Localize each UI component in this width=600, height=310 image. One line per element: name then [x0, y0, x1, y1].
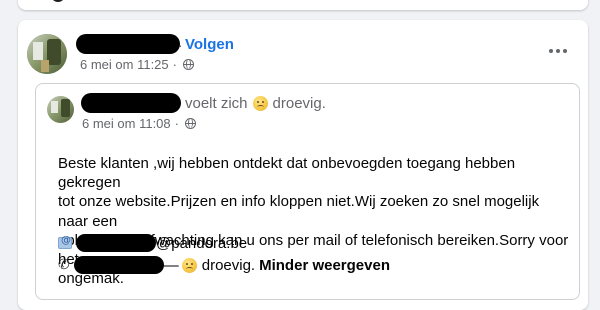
feeling-status: voelt zich droevig.	[185, 95, 326, 112]
follow-link[interactable]: Volgen	[185, 36, 234, 53]
previous-post-card	[18, 0, 588, 10]
shared-author-avatar[interactable]	[47, 96, 74, 123]
shared-post-timestamp[interactable]: 6 mei om 11:08	[82, 116, 171, 131]
see-less-button[interactable]: Minder weergeven	[259, 257, 390, 274]
follow-separator: ·	[178, 37, 183, 53]
post-card: · Volgen 6 mei om 11:25 · voelt zich dro…	[18, 20, 588, 310]
redacted-author-name	[76, 34, 180, 54]
sad-face-icon	[252, 96, 268, 111]
post-body-line: tot onze website.Prijzen en info kloppen…	[58, 193, 540, 230]
redacted-email-user	[76, 234, 156, 252]
shared-post: voelt zich droevig. 6 mei om 11:08 · Bes…	[35, 83, 580, 300]
post-body-line: Beste klanten ,wij hebben ontdekt dat on…	[58, 155, 516, 192]
phone-line: ✆ — droevig. Minder weergeven	[58, 256, 390, 274]
email-domain: @pandora.be	[156, 234, 248, 252]
phone-icon: ✆	[58, 257, 70, 273]
email-icon	[58, 235, 72, 249]
redacted-phone-number	[73, 256, 164, 274]
email-line: @pandora.be	[58, 234, 247, 252]
meta-separator: ·	[174, 116, 179, 131]
globe-icon	[182, 59, 194, 70]
shared-post-meta: 6 mei om 11:08 ·	[82, 116, 196, 131]
meta-separator: ·	[172, 57, 177, 72]
feeling-text: voelt zich	[185, 95, 248, 112]
more-options-icon	[549, 49, 553, 53]
redacted-shared-author-name	[81, 93, 181, 113]
post-timestamp[interactable]: 6 mei om 11:25	[80, 57, 169, 72]
feeling-word: droevig.	[272, 95, 326, 112]
more-options-dot	[556, 49, 560, 53]
sad-face-icon	[181, 257, 197, 273]
author-avatar[interactable]	[27, 34, 67, 74]
previous-post-avatar	[51, 0, 65, 2]
phone-trail: —	[163, 256, 179, 274]
post-meta: 6 mei om 11:25 ·	[80, 57, 194, 72]
more-options-button[interactable]	[544, 37, 572, 65]
globe-icon	[184, 118, 196, 129]
more-options-dot	[563, 49, 567, 53]
phone-feeling-word: droevig.	[201, 256, 256, 274]
